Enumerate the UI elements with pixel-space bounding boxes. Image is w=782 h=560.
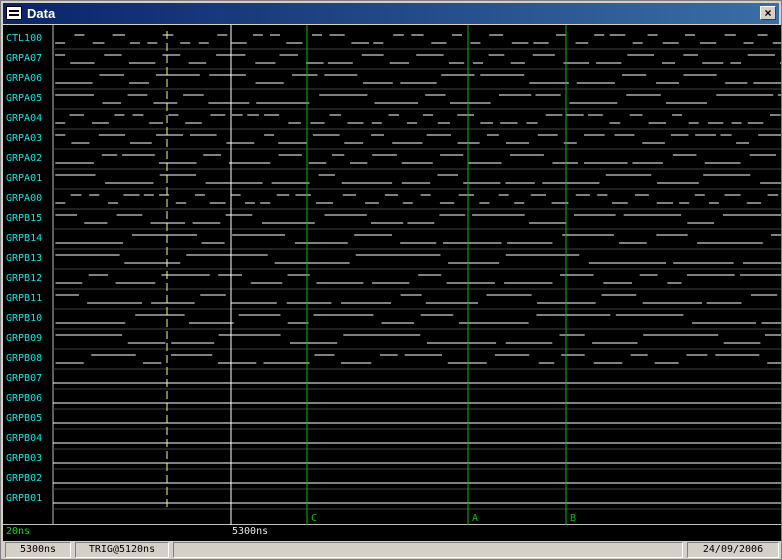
waveform-canvas[interactable]: CAB	[3, 25, 781, 541]
trace-grpa05	[55, 94, 781, 104]
trace-ctl100	[55, 34, 781, 44]
status-trigger: TRIG@5120ns	[75, 542, 169, 558]
trace-grpb15	[55, 214, 781, 224]
trace-grpa06	[55, 74, 781, 84]
time-cursor-label: 5300ns	[232, 526, 269, 537]
channel-name-grpb02[interactable]: GRPB02	[6, 472, 42, 486]
channel-name-grpb15[interactable]: GRPB15	[6, 212, 42, 226]
trace-grpb14	[55, 234, 781, 244]
trace-grpb09	[55, 334, 781, 344]
data-window: Data × C A B CTL100 GRPA07 GRPA06 GRPA05 GRPA0…	[0, 0, 782, 560]
channel-names: CTL100 GRPA07 GRPA06 GRPA05 GRPA04 GRPA03 GRPA…	[3, 25, 51, 510]
close-button[interactable]: ×	[760, 6, 776, 20]
status-date: 24/09/2006	[687, 542, 779, 558]
trace-grpa03	[55, 134, 781, 144]
channel-name-grpa05[interactable]: GRPA05	[6, 92, 42, 106]
channel-name-grpb03[interactable]: GRPB03	[6, 452, 42, 466]
channel-name-grpb04[interactable]: GRPB04	[6, 432, 42, 446]
channel-name-grpa07[interactable]: GRPA07	[6, 52, 42, 66]
channel-name-grpb12[interactable]: GRPB12	[6, 272, 42, 286]
marker-label-b: B	[570, 513, 576, 524]
channel-name-grpb05[interactable]: GRPB05	[6, 412, 42, 426]
app-icon	[6, 6, 22, 20]
trace-grpa02	[55, 154, 777, 164]
trace-grpa00	[55, 194, 779, 204]
channel-name-grpa02[interactable]: GRPA02	[6, 152, 42, 166]
channel-name-grpb01[interactable]: GRPB01	[6, 492, 42, 506]
channel-name-grpb08[interactable]: GRPB08	[6, 352, 42, 366]
channel-name-grpb11[interactable]: GRPB11	[6, 292, 42, 306]
channel-name-grpb10[interactable]: GRPB10	[6, 312, 42, 326]
status-time: 5300ns	[5, 542, 71, 558]
channel-name-grpa01[interactable]: GRPA01	[6, 172, 42, 186]
waveform-display[interactable]: C A B CTL100 GRPA07 GRPA06 GRPA05 GRPA04 GRPA03…	[3, 25, 781, 541]
title-bar[interactable]: Data ×	[3, 3, 779, 24]
trace-grpb11	[55, 294, 778, 304]
channel-name-ctl100[interactable]: CTL100	[6, 32, 42, 46]
trace-grpb13	[55, 254, 781, 264]
channel-name-grpa06[interactable]: GRPA06	[6, 72, 42, 86]
channel-name-grpa00[interactable]: GRPA00	[6, 192, 42, 206]
trace-grpb08	[55, 354, 781, 364]
time-start-label: 20ns	[6, 526, 31, 537]
channel-name-grpb07[interactable]: GRPB07	[6, 372, 42, 386]
marker-label-a: A	[472, 513, 478, 524]
status-bar: 5300ns TRIG@5120ns 24/09/2006	[3, 542, 781, 559]
channel-name-grpa03[interactable]: GRPA03	[6, 132, 42, 146]
trace-grpb10	[55, 314, 781, 324]
channel-name-grpb14[interactable]: GRPB14	[6, 232, 42, 246]
channel-name-grpb06[interactable]: GRPB06	[6, 392, 42, 406]
trace-grpa01	[55, 174, 781, 184]
trace-grpb12	[55, 274, 781, 284]
trace-grpa04	[55, 114, 781, 124]
status-spacer	[173, 542, 683, 558]
channel-name-grpb09[interactable]: GRPB09	[6, 332, 42, 346]
window-title: Data	[27, 6, 56, 21]
marker-label-c: C	[311, 513, 317, 524]
channel-name-grpb13[interactable]: GRPB13	[6, 252, 42, 266]
trace-grpa07	[55, 54, 781, 64]
channel-name-grpa04[interactable]: GRPA04	[6, 112, 42, 126]
